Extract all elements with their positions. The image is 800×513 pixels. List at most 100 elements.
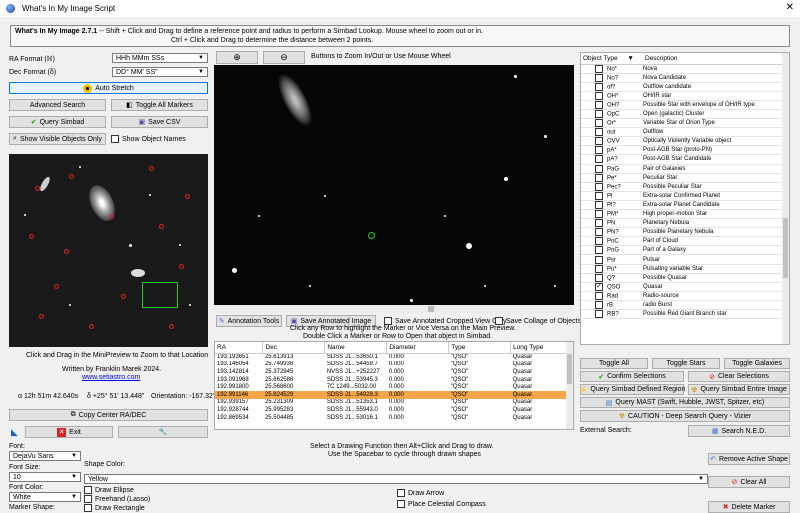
object-type-row[interactable]: Or* Variable Star of Orion Type — [581, 118, 783, 129]
advanced-search-button[interactable]: Advanced Search — [9, 99, 106, 111]
draw-arrow-checkbox[interactable]: Draw Arrow — [397, 489, 444, 497]
type-checkbox[interactable] — [595, 64, 603, 73]
save-collage-checkbox[interactable]: Save Collage of Objects — [495, 317, 581, 325]
copy-center-button[interactable]: ⧉ Copy Center RA/DEC — [9, 409, 208, 421]
save-cropped-checkbox[interactable]: Save Annotated Cropped View Only — [384, 317, 507, 325]
confirm-selections-button[interactable]: ✔ Confirm Selections — [580, 371, 684, 382]
table-row[interactable]: 193.091968 25.662586 SDSS J1...53945.3 0.00… — [215, 376, 567, 384]
type-checkbox[interactable] — [595, 219, 603, 227]
type-checkbox[interactable] — [595, 246, 603, 254]
main-preview[interactable] — [214, 65, 574, 313]
close-icon[interactable]: ✕ — [786, 2, 794, 13]
show-names-checkbox[interactable]: Show Object Names — [111, 135, 186, 143]
object-type-row[interactable]: No* Nova — [581, 64, 783, 74]
object-type-row[interactable]: RB? Possible Red Giant Branch star — [581, 309, 783, 320]
object-type-row[interactable]: PoC Part of Cloud — [581, 236, 783, 247]
col-description[interactable]: Description — [643, 53, 783, 65]
object-type-row[interactable]: No? Nova Candidate — [581, 73, 783, 83]
type-checkbox[interactable] — [595, 128, 603, 136]
toggle-galaxies-button[interactable]: Toggle Galaxies — [724, 358, 790, 369]
type-checkbox[interactable] — [595, 110, 603, 118]
object-type-row[interactable]: Rad Radio-source — [581, 291, 783, 301]
draw-rectangle-checkbox[interactable]: Draw Rectangle — [84, 504, 145, 512]
font-select[interactable]: DejaVu Sans ▼ — [9, 451, 81, 461]
table-row[interactable]: 192.869534 25.504485 SDSS J1...53016.1 0.00… — [215, 414, 567, 422]
font-size-select[interactable]: 10 ▼ — [9, 472, 81, 482]
col-dec[interactable]: Dec — [262, 342, 326, 354]
object-type-row[interactable]: OH* OH/IR star — [581, 91, 783, 101]
object-type-row[interactable]: PN? Possible Planetary Nebula — [581, 227, 783, 238]
zoom-region-box[interactable] — [142, 282, 178, 308]
object-type-row[interactable]: PoG Part of a Galaxy — [581, 245, 783, 256]
table-row[interactable]: 193.146054 25.749938 SDSS J1...54459.7 0.00… — [215, 361, 567, 369]
type-checkbox[interactable] — [595, 182, 603, 191]
toggle-all-button[interactable]: Toggle All — [580, 358, 648, 369]
object-type-row[interactable]: OVV Optically Violently Variable object — [581, 136, 783, 147]
object-type-row[interactable]: PM* High proper-motion Star — [581, 209, 783, 220]
table-row[interactable]: 192.939157 25.231309 SDSS J1...51353.1 0.00… — [215, 399, 567, 407]
query-defined-region-button[interactable]: ⚡ Query Simbad Defined Region — [579, 384, 685, 395]
object-type-row[interactable]: Pl? Extra-solar Planet Candidate — [581, 200, 783, 211]
ra-format-select[interactable]: HHh MMm SSs ▼ — [112, 53, 208, 63]
place-compass-checkbox[interactable]: Place Celestial Compass — [397, 500, 486, 508]
object-type-row[interactable]: Pl Extra-solar Confirmed Planet — [581, 191, 783, 201]
table-row[interactable]: 192.991146 25.824529 SDSS J1...54928.3 0.00… — [215, 390, 567, 399]
corner-arrow-icon[interactable]: ◣ — [11, 427, 18, 438]
draw-ellipse-checkbox[interactable]: Draw Ellipse — [84, 486, 134, 494]
website-link[interactable]: www.setiastro.com — [82, 374, 140, 381]
clear-all-button[interactable]: ⊘ Clear All — [708, 476, 790, 488]
zoom-in-button[interactable]: ⊕ — [216, 51, 258, 64]
tools-button[interactable]: 🔧 — [118, 426, 208, 438]
type-checkbox[interactable] — [595, 155, 603, 164]
exit-button[interactable]: ✕ Exit — [25, 426, 113, 438]
object-type-row[interactable]: OpC Open (galactic) Cluster — [581, 109, 783, 120]
col-long-type[interactable]: Long Type — [510, 342, 567, 354]
type-checkbox[interactable] — [595, 146, 603, 154]
type-checkbox[interactable] — [595, 91, 603, 100]
type-checkbox[interactable] — [595, 300, 603, 309]
table-row[interactable]: 193.142814 25.372945 NVSS J1...+252227 0.00… — [215, 368, 567, 376]
col-ra[interactable]: RA — [215, 342, 264, 354]
object-type-row[interactable]: pA? Post-AGB Star Candidate — [581, 154, 783, 165]
type-checkbox[interactable] — [595, 273, 603, 282]
query-entire-image-button[interactable]: ☢ Query Simbad Entire Image — [688, 384, 790, 395]
col-name[interactable]: Name — [324, 342, 388, 354]
type-checkbox[interactable]: ✓ — [595, 282, 603, 291]
annotation-tools-button[interactable]: ✎ Annotation Tools — [216, 315, 282, 327]
type-checkbox[interactable] — [595, 255, 603, 264]
auto-stretch-button[interactable]: Auto Stretch — [9, 82, 208, 94]
type-checkbox[interactable] — [595, 291, 603, 300]
object-type-row[interactable]: Pec? Possible Peculiar Star — [581, 182, 783, 192]
query-simbad-button[interactable]: ✔ Query Simbad — [9, 116, 106, 128]
dec-format-select[interactable]: DD° MM' SS" ▼ — [112, 67, 208, 77]
object-type-row[interactable]: ✓ QSO Quasar — [581, 282, 783, 292]
col-type[interactable]: Type — [448, 342, 512, 354]
type-checkbox[interactable] — [595, 73, 603, 82]
type-checkbox[interactable] — [595, 237, 603, 245]
search-ned-button[interactable]: ▦ Search N.E.D. — [688, 425, 790, 437]
type-checkbox[interactable] — [595, 100, 603, 109]
toggle-all-markers-button[interactable]: ◧ Toggle All Markers — [111, 99, 208, 111]
col-diameter[interactable]: Diameter — [386, 342, 450, 354]
type-checkbox[interactable] — [595, 164, 603, 173]
table-row[interactable]: 192.991800 25.568600 7C 1249...5032.00 0.00… — [215, 383, 567, 391]
table-row[interactable]: 192.928744 25.995283 SDSS J1...55943.0 0.00… — [215, 406, 567, 414]
query-mast-button[interactable]: ▤ Query MAST (Swift, Hubble, JWST, Spitze… — [580, 397, 790, 408]
table-row[interactable]: 193.193651 25.613913 SDSS J1...53650.1 0.00… — [215, 353, 567, 361]
object-type-row[interactable]: OH? Possible Star with envelope of OH/IR … — [581, 100, 783, 110]
save-csv-button[interactable]: ▣ Save CSV — [111, 116, 208, 128]
type-checkbox[interactable] — [595, 210, 603, 218]
object-type-row[interactable]: Q? Possible Quasar — [581, 273, 783, 283]
show-visible-button[interactable]: ⌕ Show Visible Objects Only — [9, 133, 106, 145]
deep-search-button[interactable]: ☢ CAUTION - Deep Search Query - Vizier — [580, 410, 790, 422]
delete-marker-button[interactable]: ✖ Delete Marker — [708, 501, 790, 513]
type-checkbox[interactable] — [595, 137, 603, 145]
type-checkbox[interactable] — [595, 310, 603, 318]
shape-color-select[interactable]: Yellow ▼ — [84, 474, 708, 484]
h-scrollbar[interactable] — [214, 305, 574, 313]
toggle-stars-button[interactable]: Toggle Stars — [652, 358, 720, 369]
col-object-type[interactable]: Object Type ▼ — [581, 53, 643, 65]
freehand-checkbox[interactable]: Freehand (Lasso) — [84, 495, 150, 503]
type-checkbox[interactable] — [595, 200, 603, 209]
type-checkbox[interactable] — [595, 228, 603, 236]
